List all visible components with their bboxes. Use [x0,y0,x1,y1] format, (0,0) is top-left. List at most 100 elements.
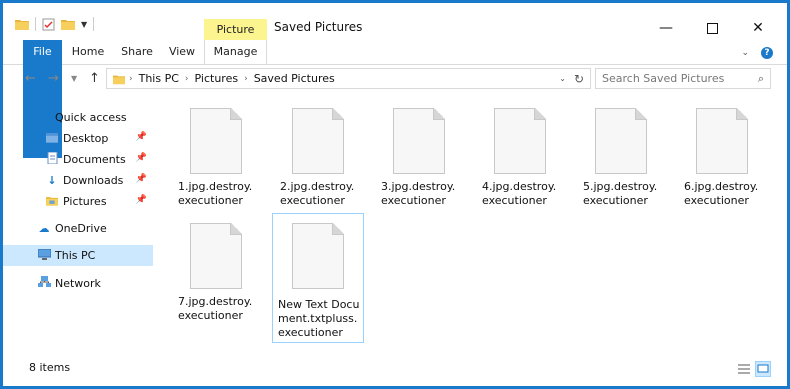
file-item[interactable]: 3.jpg.destroy.executioner [375,100,463,218]
breadcrumb-separator-icon[interactable]: › [185,74,189,84]
ribbon-tabs: File Home Share View Manage [3,40,787,158]
tab-manage[interactable]: Manage [204,40,267,64]
file-name: 2.jpg.destroy.executioner [280,180,355,207]
pin-icon[interactable]: 📌 [136,195,147,205]
folder-icon[interactable] [15,18,29,30]
network-icon [37,276,51,291]
nav-item-onedrive[interactable]: ☁ OneDrive [3,218,153,239]
qat-dropdown-icon[interactable]: ▼ [81,20,87,29]
file-name: 6.jpg.destroy.executioner [684,180,759,207]
file-name: 1.jpg.destroy.executioner [178,180,253,207]
close-button[interactable]: ✕ [735,15,781,41]
blank-file-icon [494,108,546,174]
file-item-focused[interactable]: New Text Document.txtpluss.executioner [272,213,364,343]
recent-locations-button[interactable]: ▼ [71,74,77,83]
details-view-button[interactable] [736,361,752,377]
minimize-button[interactable]: — [643,15,689,41]
quick-access-toolbar: ▼ [15,17,95,31]
nav-item-this-pc[interactable]: This PC [3,245,153,266]
nav-item-documents[interactable]: Documents 📌 [3,149,153,170]
tab-view[interactable]: View [165,40,199,64]
blank-file-icon [696,108,748,174]
address-dropdown-icon[interactable]: ⌄ [559,74,566,83]
desktop-folder-icon [45,132,59,146]
nav-item-pictures[interactable]: Pictures 📌 [3,191,153,212]
window-title: Saved Pictures [274,20,363,34]
close-icon: ✕ [752,20,764,36]
back-button[interactable]: ← [25,71,36,86]
arrow-right-icon: → [48,71,59,86]
file-item[interactable]: 6.jpg.destroy.executioner [678,100,766,218]
blank-file-icon [595,108,647,174]
file-item[interactable]: 7.jpg.destroy.executioner [172,215,260,333]
search-icon: ⌕ [757,71,764,85]
file-item[interactable]: 4.jpg.destroy.executioner [476,100,564,218]
nav-item-label: Quick access [55,111,127,124]
computer-icon [37,248,51,263]
blank-file-icon [190,108,242,174]
nav-item-desktop[interactable]: Desktop 📌 [3,128,153,149]
breadcrumb-this-pc[interactable]: This PC [139,72,179,85]
minimize-icon: — [659,20,673,36]
search-input[interactable]: Search Saved Pictures ⌕ [595,68,771,89]
nav-item-label: Desktop [63,132,109,145]
nav-item-label: Downloads [63,174,124,187]
explorer-window: ▼ Picture Tools Saved Pictures — ✕ File … [3,3,787,386]
status-bar: 8 items [3,355,787,386]
title-bar: ▼ Picture Tools Saved Pictures — ✕ [3,3,787,57]
nav-item-label: Network [55,277,101,290]
breadcrumb-pictures[interactable]: Pictures [195,72,239,85]
tab-share[interactable]: Share [117,40,157,64]
breadcrumb-separator-icon[interactable]: › [129,74,133,84]
cloud-icon: ☁ [38,222,50,235]
picture-tools-label: Picture Tools [204,19,267,57]
pin-icon[interactable]: 📌 [136,153,147,163]
pin-icon[interactable]: 📌 [136,174,147,184]
refresh-icon[interactable]: ↻ [574,72,584,86]
file-name: 3.jpg.destroy.executioner [381,180,456,207]
nav-item-label: Documents [63,153,126,166]
nav-item-network[interactable]: Network [3,273,153,294]
breadcrumb-saved-pictures[interactable]: Saved Pictures [254,72,335,85]
qat-divider [93,17,95,31]
blank-file-icon [393,108,445,174]
up-button[interactable]: ↑ [89,71,100,86]
item-count: 8 items [29,361,71,374]
arrow-up-icon: ↑ [89,71,100,86]
new-folder-icon[interactable] [61,18,75,30]
downloads-icon: ↓ [47,174,57,187]
documents-icon [45,151,59,167]
large-icons-view-button[interactable] [755,361,771,377]
details-view-icon [738,364,750,374]
nav-item-downloads[interactable]: ↓ Downloads 📌 [3,170,153,191]
ribbon-controls: ⌄ ? [741,47,773,59]
file-item[interactable]: 2.jpg.destroy.executioner [274,100,362,218]
forward-button[interactable]: → [48,71,59,86]
text-document-icon [292,223,344,289]
nav-item-label: Pictures [63,195,107,208]
file-name: New Text Document.txtpluss.executioner [278,298,360,339]
arrow-left-icon: ← [25,71,36,86]
file-item[interactable]: 5.jpg.destroy.executioner [577,100,665,218]
properties-icon[interactable] [42,18,55,31]
help-icon[interactable]: ? [761,47,773,59]
search-placeholder: Search Saved Pictures [602,72,725,85]
blank-file-icon [190,223,242,289]
navigation-row: ← → ▼ ↑ › This PC › Pictures › Saved Pic… [3,65,787,93]
chevron-down-icon: ▼ [71,74,78,83]
large-icons-view-icon [757,364,769,373]
file-item[interactable]: 1.jpg.destroy.executioner [172,100,260,218]
tab-home[interactable]: Home [69,40,107,64]
expand-ribbon-icon[interactable]: ⌄ [741,48,749,58]
maximize-icon [706,22,718,34]
breadcrumb-separator-icon[interactable]: › [244,74,248,84]
nav-item-quick-access[interactable]: ★ Quick access [3,107,153,128]
pin-icon[interactable]: 📌 [136,132,147,142]
maximize-button[interactable] [689,15,735,41]
navigation-scrollbar[interactable] [153,100,163,355]
file-name: 7.jpg.destroy.executioner [178,295,253,322]
pictures-icon [45,195,59,209]
folder-icon [113,75,125,84]
star-icon: ★ [39,111,49,124]
address-bar[interactable]: › This PC › Pictures › Saved Pictures ⌄ … [106,68,591,89]
